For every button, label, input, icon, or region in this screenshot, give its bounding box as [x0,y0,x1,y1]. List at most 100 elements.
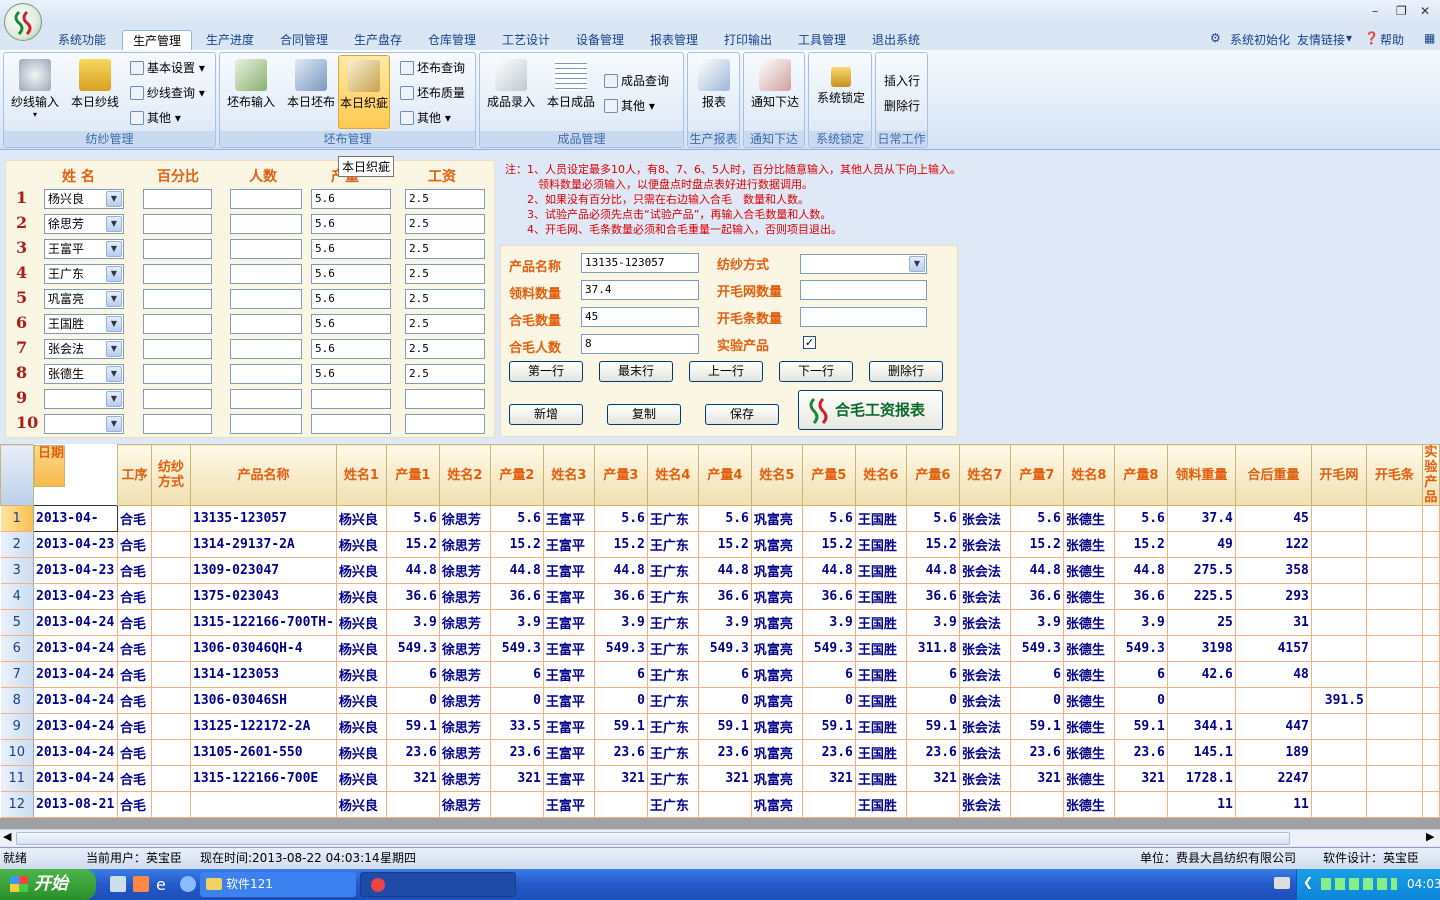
table-cell[interactable]: 张德生 [1063,583,1115,610]
column-header[interactable]: 产量2 [489,444,544,506]
table-cell[interactable]: 张德生 [1063,713,1115,740]
table-cell[interactable]: 549.3 [490,635,544,662]
table-cell[interactable]: 巩富亮 [751,609,803,636]
table-cell[interactable]: 2013-04-24 [33,661,118,688]
table-cell[interactable]: 23.6 [1114,739,1168,766]
yarn-query-button[interactable]: 纱线查询 ▾ [130,83,205,103]
quicklaunch-icon[interactable] [110,876,126,892]
table-cell[interactable]: 巩富亮 [751,557,803,584]
yarn-other-button[interactable]: 其他 ▾ [130,108,181,128]
table-cell[interactable] [802,791,856,818]
column-header[interactable]: 产品名称 [190,444,337,506]
table-cell[interactable]: 王国胜 [855,609,907,636]
tab-exit-system[interactable]: 退出系统 [866,30,926,50]
table-row[interactable]: 8 2013-04-24 合毛 1306-03046SH 杨兴良 0 徐思芳 0 王富平 0 王广东… [0,687,1440,714]
row-header[interactable]: 9 [0,713,34,740]
table-cell[interactable] [906,791,960,818]
table-cell[interactable]: 13105-2601-550 [190,739,337,766]
table-cell[interactable]: 徐思芳 [439,765,491,792]
table-cell[interactable] [1311,791,1367,818]
table-cell[interactable] [1311,505,1367,532]
table-cell[interactable]: 13125-122172-2A [190,713,337,740]
table-cell[interactable]: 巩富亮 [751,531,803,558]
table-cell[interactable]: 15.2 [906,531,960,558]
table-cell[interactable]: 3198 [1167,635,1236,662]
table-cell[interactable]: 0 [594,687,648,714]
wage-input[interactable]: 2.5 [405,289,485,309]
column-header[interactable]: 合后重量 [1234,444,1312,506]
table-cell[interactable]: 6 [906,661,960,688]
table-cell[interactable]: 张会法 [959,765,1011,792]
table-cell[interactable]: 15.2 [386,531,440,558]
wage-input[interactable]: 2.5 [405,364,485,384]
table-cell[interactable]: 王富平 [543,583,595,610]
table-cell[interactable] [1311,661,1367,688]
keyboard-icon[interactable] [1274,877,1290,889]
table-cell[interactable]: 徐思芳 [439,739,491,766]
table-cell[interactable]: 48 [1235,661,1312,688]
system-init-menu[interactable]: 系统初始化 [1230,31,1290,48]
minimize-button[interactable]: – [1372,4,1378,18]
table-cell[interactable]: 张德生 [1063,635,1115,662]
table-cell[interactable]: 59.1 [698,713,752,740]
table-cell[interactable]: 徐思芳 [439,661,491,688]
worker-name-select[interactable]: 王富平 ▼ [44,239,124,259]
table-cell[interactable] [151,505,191,532]
percent-input[interactable] [143,264,212,284]
trial-product-checkbox[interactable]: ✓ [803,336,816,349]
percent-input[interactable] [143,364,212,384]
tab-print-output[interactable]: 打印输出 [718,30,778,50]
table-cell[interactable]: 36.6 [1010,583,1064,610]
table-cell[interactable]: 23.6 [1010,739,1064,766]
table-cell[interactable]: 549.3 [594,635,648,662]
people-input[interactable] [230,239,302,259]
table-cell[interactable]: 321 [386,765,440,792]
column-header[interactable]: 姓名7 [958,444,1011,506]
table-cell[interactable]: 王富平 [543,505,595,532]
table-cell[interactable]: 张德生 [1063,739,1115,766]
product-name-input[interactable]: 13135-123057 [581,253,699,273]
table-cell[interactable]: 1375-023043 [190,583,337,610]
column-header[interactable]: 产量4 [697,444,752,506]
output-input[interactable]: 5.6 [311,314,391,334]
row-header[interactable]: 7 [0,661,34,688]
table-cell[interactable]: 5.6 [802,505,856,532]
table-cell[interactable] [1422,583,1440,610]
table-cell[interactable]: 59.1 [1010,713,1064,740]
column-header[interactable]: 产量1 [385,444,440,506]
table-cell[interactable]: 5.6 [1010,505,1064,532]
net-qty-input[interactable] [800,280,927,300]
percent-input[interactable] [143,314,212,334]
column-header[interactable]: 姓名2 [438,444,491,506]
table-cell[interactable]: 2013-04-24 [33,713,118,740]
table-cell[interactable]: 杨兴良 [336,531,387,558]
product-today-button[interactable]: 本日成品 [542,55,600,129]
table-cell[interactable]: 49 [1167,531,1236,558]
table-cell[interactable]: 5.6 [906,505,960,532]
output-input[interactable]: 5.6 [311,214,391,234]
output-input[interactable]: 5.6 [311,264,391,284]
table-cell[interactable]: 巩富亮 [751,505,803,532]
table-cell[interactable] [190,791,337,818]
table-cell[interactable]: 37.4 [1167,505,1236,532]
table-cell[interactable]: 1315-122166-700TH- [190,609,337,636]
table-cell[interactable]: 合毛 [117,505,152,532]
tab-production-inventory[interactable]: 生产盘存 [348,30,408,50]
table-cell[interactable]: 23.6 [594,739,648,766]
grid-icon[interactable]: ▦ [1424,31,1435,45]
scroll-left-icon[interactable]: ◀ [3,830,11,843]
wage-input[interactable]: 2.5 [405,239,485,259]
row-header[interactable]: 5 [0,609,34,636]
table-cell[interactable] [1422,609,1440,636]
table-cell[interactable] [1311,583,1367,610]
tray-expand-icon[interactable]: ❮ [1303,875,1313,889]
row-header[interactable]: 8 [0,687,34,714]
table-cell[interactable]: 徐思芳 [439,531,491,558]
table-cell[interactable]: 6 [1114,661,1168,688]
table-cell[interactable] [1010,791,1064,818]
table-cell[interactable]: 3.9 [1010,609,1064,636]
table-cell[interactable] [1311,609,1367,636]
table-cell[interactable]: 巩富亮 [751,635,803,662]
table-cell[interactable] [386,791,440,818]
first-row-button[interactable]: 第一行 [509,361,583,382]
